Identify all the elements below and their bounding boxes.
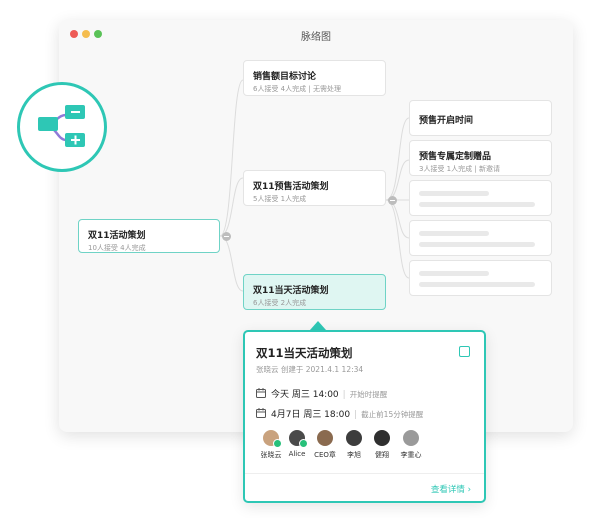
node-title: 销售额目标讨论 (253, 72, 317, 82)
member-avatar[interactable]: 李重心 (397, 430, 425, 460)
calendar-icon (256, 408, 266, 421)
node-branch-sales-target[interactable]: 销售额目标讨论 6人接受 4人完成 | 无需处理 (243, 60, 386, 96)
node-title: 预售专属定制赠品 (419, 152, 492, 162)
member-name: 健翔 (375, 451, 389, 459)
node-meta: 10人接受 4人完成 (88, 244, 146, 252)
skeleton-bar (419, 202, 535, 207)
due-reminder: 截止前15分钟提醒 (361, 410, 424, 419)
node-meta: 5人接受 1人完成 (253, 195, 307, 203)
skeleton-bar (419, 271, 489, 276)
node-leaf-presale-gift[interactable]: 预售专属定制赠品 3人接受 1人完成 | 新邀请 (409, 140, 552, 176)
popup-title: 双11当天活动策划 (256, 346, 353, 360)
node-meta: 3人接受 1人完成 | 新邀请 (419, 165, 500, 173)
skeleton-bar (419, 231, 489, 236)
node-branch-sameday[interactable]: 双11当天活动策划 6人接受 2人完成 (243, 274, 386, 310)
mindmap-add-icon (17, 82, 107, 172)
avatar (374, 430, 390, 446)
node-title: 预售开启时间 (419, 116, 474, 126)
node-meta: 6人接受 4人完成 | 无需处理 (253, 85, 341, 93)
collapse-toggle-presale[interactable] (388, 196, 397, 205)
task-detail-popup: 双11当天活动策划 张晓云 创建于 2021.4.1 12:34 今天 周三 1… (243, 330, 486, 503)
popup-caret (310, 321, 326, 330)
start-reminder: 开始时提醒 (349, 390, 388, 399)
node-leaf-placeholder (409, 260, 552, 296)
due-time-row: 4月7日 周三 18:00 | 截止前15分钟提醒 (256, 407, 423, 421)
member-name: 李旭 (347, 451, 361, 459)
node-title: 双11活动策划 (88, 231, 146, 241)
member-avatar[interactable]: CEO章 (311, 430, 339, 460)
node-branch-presale[interactable]: 双11预售活动策划 5人接受 1人完成 (243, 170, 386, 206)
member-name: Alice (288, 450, 306, 458)
avatar (403, 430, 419, 446)
node-leaf-placeholder (409, 220, 552, 256)
node-title: 双11当天活动策划 (253, 286, 329, 296)
start-time-row: 今天 周三 14:00 | 开始时提醒 (256, 387, 387, 401)
avatar (289, 430, 308, 448)
view-details-link[interactable]: 查看详情 › (431, 483, 471, 495)
avatar (346, 430, 362, 446)
popup-divider (245, 473, 484, 474)
member-name: 张晓云 (260, 451, 282, 459)
done-check-icon (299, 439, 308, 448)
popup-creator-meta: 张晓云 创建于 2021.4.1 12:34 (256, 365, 364, 374)
calendar-icon (256, 388, 266, 401)
due-time: 4月7日 周三 18:00 (271, 410, 351, 420)
skeleton-bar (419, 191, 489, 196)
avatar (263, 430, 282, 448)
collapse-toggle-root[interactable] (222, 232, 231, 241)
start-time: 今天 周三 14:00 (271, 390, 339, 400)
done-check-icon (273, 439, 282, 448)
complete-checkbox[interactable] (459, 346, 470, 357)
member-avatar[interactable]: 健翔 (368, 430, 396, 460)
node-meta: 6人接受 2人完成 (253, 299, 307, 307)
node-leaf-presale-open-time[interactable]: 预售开启时间 (409, 100, 552, 136)
avatar (317, 430, 333, 446)
skeleton-bar (419, 242, 535, 247)
member-name: CEO章 (314, 451, 336, 459)
member-avatar[interactable]: Alice (283, 430, 311, 458)
member-name: 李重心 (400, 451, 422, 459)
node-title: 双11预售活动策划 (253, 182, 329, 192)
skeleton-bar (419, 282, 535, 287)
member-avatar[interactable]: 张晓云 (257, 430, 285, 460)
node-leaf-placeholder (409, 180, 552, 216)
node-root[interactable]: 双11活动策划 10人接受 4人完成 (78, 219, 220, 253)
member-avatar[interactable]: 李旭 (340, 430, 368, 460)
